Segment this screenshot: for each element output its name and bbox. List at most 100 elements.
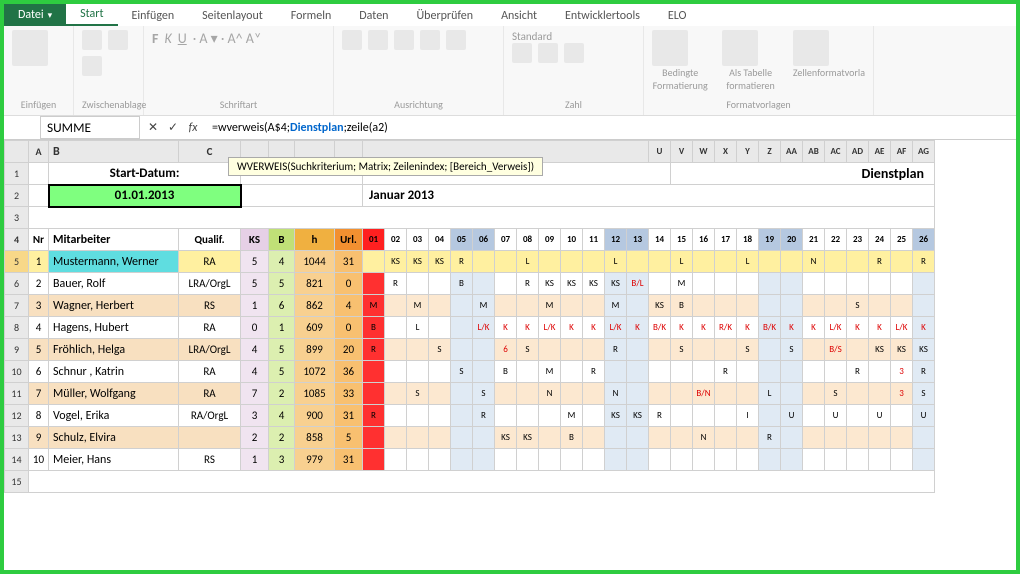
merge-icon[interactable]	[446, 30, 466, 50]
cell[interactable]: 10	[29, 449, 49, 471]
cell[interactable]: 0	[241, 317, 269, 339]
schedule-cell[interactable]	[715, 405, 737, 427]
cell[interactable]: 5	[335, 427, 363, 449]
tab-start[interactable]: Start	[66, 4, 117, 26]
schedule-cell[interactable]	[847, 449, 869, 471]
day-header[interactable]: 11	[583, 229, 605, 251]
schedule-cell[interactable]	[451, 449, 473, 471]
name-box[interactable]	[40, 116, 140, 139]
schedule-cell[interactable]: 3	[891, 383, 913, 405]
schedule-cell[interactable]	[649, 383, 671, 405]
schedule-cell[interactable]	[781, 273, 803, 295]
schedule-cell[interactable]	[561, 449, 583, 471]
cell[interactable]: 31	[335, 251, 363, 273]
schedule-cell[interactable]	[715, 449, 737, 471]
day-header[interactable]: 26	[913, 229, 935, 251]
col-header[interactable]: AB	[803, 141, 825, 163]
day-header[interactable]: 18	[737, 229, 759, 251]
schedule-cell[interactable]	[671, 427, 693, 449]
schedule-cell[interactable]	[407, 405, 429, 427]
schedule-cell[interactable]	[847, 273, 869, 295]
schedule-cell[interactable]: KS	[539, 273, 561, 295]
schedule-cell[interactable]	[495, 295, 517, 317]
schedule-cell[interactable]	[363, 361, 385, 383]
schedule-cell[interactable]	[583, 295, 605, 317]
schedule-cell[interactable]	[451, 295, 473, 317]
schedule-cell[interactable]	[517, 295, 539, 317]
day-header[interactable]: 04	[429, 229, 451, 251]
cell[interactable]: 4	[269, 251, 295, 273]
schedule-cell[interactable]: N	[803, 251, 825, 273]
schedule-cell[interactable]	[891, 273, 913, 295]
cell[interactable]: RS	[179, 295, 241, 317]
schedule-cell[interactable]: K	[561, 317, 583, 339]
schedule-cell[interactable]	[627, 427, 649, 449]
col-header[interactable]: AA	[781, 141, 803, 163]
row-header[interactable]: 7	[5, 295, 29, 317]
schedule-cell[interactable]	[759, 361, 781, 383]
schedule-cell[interactable]: KS	[627, 405, 649, 427]
align-center-icon[interactable]	[368, 30, 388, 50]
schedule-cell[interactable]: KS	[583, 273, 605, 295]
employee-name-cell[interactable]: Bauer, Rolf	[49, 273, 179, 295]
cell[interactable]: RA	[179, 251, 241, 273]
cell[interactable]: 5	[29, 339, 49, 361]
cell[interactable]: 4	[241, 339, 269, 361]
schedule-cell[interactable]	[869, 295, 891, 317]
cell[interactable]: 9	[29, 427, 49, 449]
day-header[interactable]: 19	[759, 229, 781, 251]
schedule-cell[interactable]: K	[627, 317, 649, 339]
cell[interactable]: RA	[179, 361, 241, 383]
cell[interactable]: LRA/OrgL	[179, 273, 241, 295]
schedule-cell[interactable]	[891, 251, 913, 273]
schedule-cell[interactable]	[847, 339, 869, 361]
schedule-cell[interactable]: KS	[407, 251, 429, 273]
col-ks[interactable]: KS	[241, 229, 269, 251]
cell[interactable]: 3	[241, 405, 269, 427]
tab-insert[interactable]: Einfügen	[118, 6, 189, 26]
schedule-cell[interactable]: B	[451, 273, 473, 295]
schedule-cell[interactable]: R	[869, 251, 891, 273]
schedule-cell[interactable]	[693, 251, 715, 273]
schedule-cell[interactable]	[407, 339, 429, 361]
spreadsheet-grid[interactable]: A B C U V W X Y Z AA AB AC AD AE AF AG 1…	[4, 140, 935, 493]
schedule-cell[interactable]: B	[363, 317, 385, 339]
col-nr[interactable]: Nr	[29, 229, 49, 251]
schedule-cell[interactable]	[891, 449, 913, 471]
cell[interactable]: 31	[335, 405, 363, 427]
schedule-cell[interactable]	[583, 383, 605, 405]
cell[interactable]: 33	[335, 383, 363, 405]
schedule-cell[interactable]	[473, 427, 495, 449]
schedule-cell[interactable]: R	[715, 361, 737, 383]
schedule-cell[interactable]	[737, 449, 759, 471]
schedule-cell[interactable]: K	[583, 317, 605, 339]
schedule-cell[interactable]: M	[671, 273, 693, 295]
schedule-cell[interactable]	[583, 339, 605, 361]
align-right-icon[interactable]	[394, 30, 414, 50]
schedule-cell[interactable]	[847, 427, 869, 449]
schedule-cell[interactable]	[649, 339, 671, 361]
schedule-cell[interactable]: R	[363, 339, 385, 361]
schedule-cell[interactable]	[737, 361, 759, 383]
schedule-cell[interactable]: B/K	[649, 317, 671, 339]
schedule-cell[interactable]	[715, 339, 737, 361]
number-format-dd[interactable]: Standard	[512, 30, 635, 43]
schedule-cell[interactable]: B	[671, 295, 693, 317]
schedule-cell[interactable]: S	[847, 295, 869, 317]
day-header[interactable]: 17	[715, 229, 737, 251]
schedule-cell[interactable]	[495, 273, 517, 295]
cancel-formula-icon[interactable]: ✕	[144, 120, 162, 135]
schedule-cell[interactable]: R	[605, 339, 627, 361]
cell[interactable]: 4	[241, 361, 269, 383]
percent-icon[interactable]	[538, 43, 558, 63]
day-header[interactable]: 06	[473, 229, 495, 251]
cell[interactable]: 8	[29, 405, 49, 427]
employee-name-cell[interactable]: Meier, Hans	[49, 449, 179, 471]
schedule-cell[interactable]: S	[913, 383, 935, 405]
schedule-cell[interactable]	[473, 273, 495, 295]
day-header[interactable]: 09	[539, 229, 561, 251]
schedule-cell[interactable]	[825, 295, 847, 317]
schedule-cell[interactable]	[583, 251, 605, 273]
schedule-cell[interactable]: S	[671, 339, 693, 361]
cell[interactable]: LRA/OrgL	[179, 339, 241, 361]
